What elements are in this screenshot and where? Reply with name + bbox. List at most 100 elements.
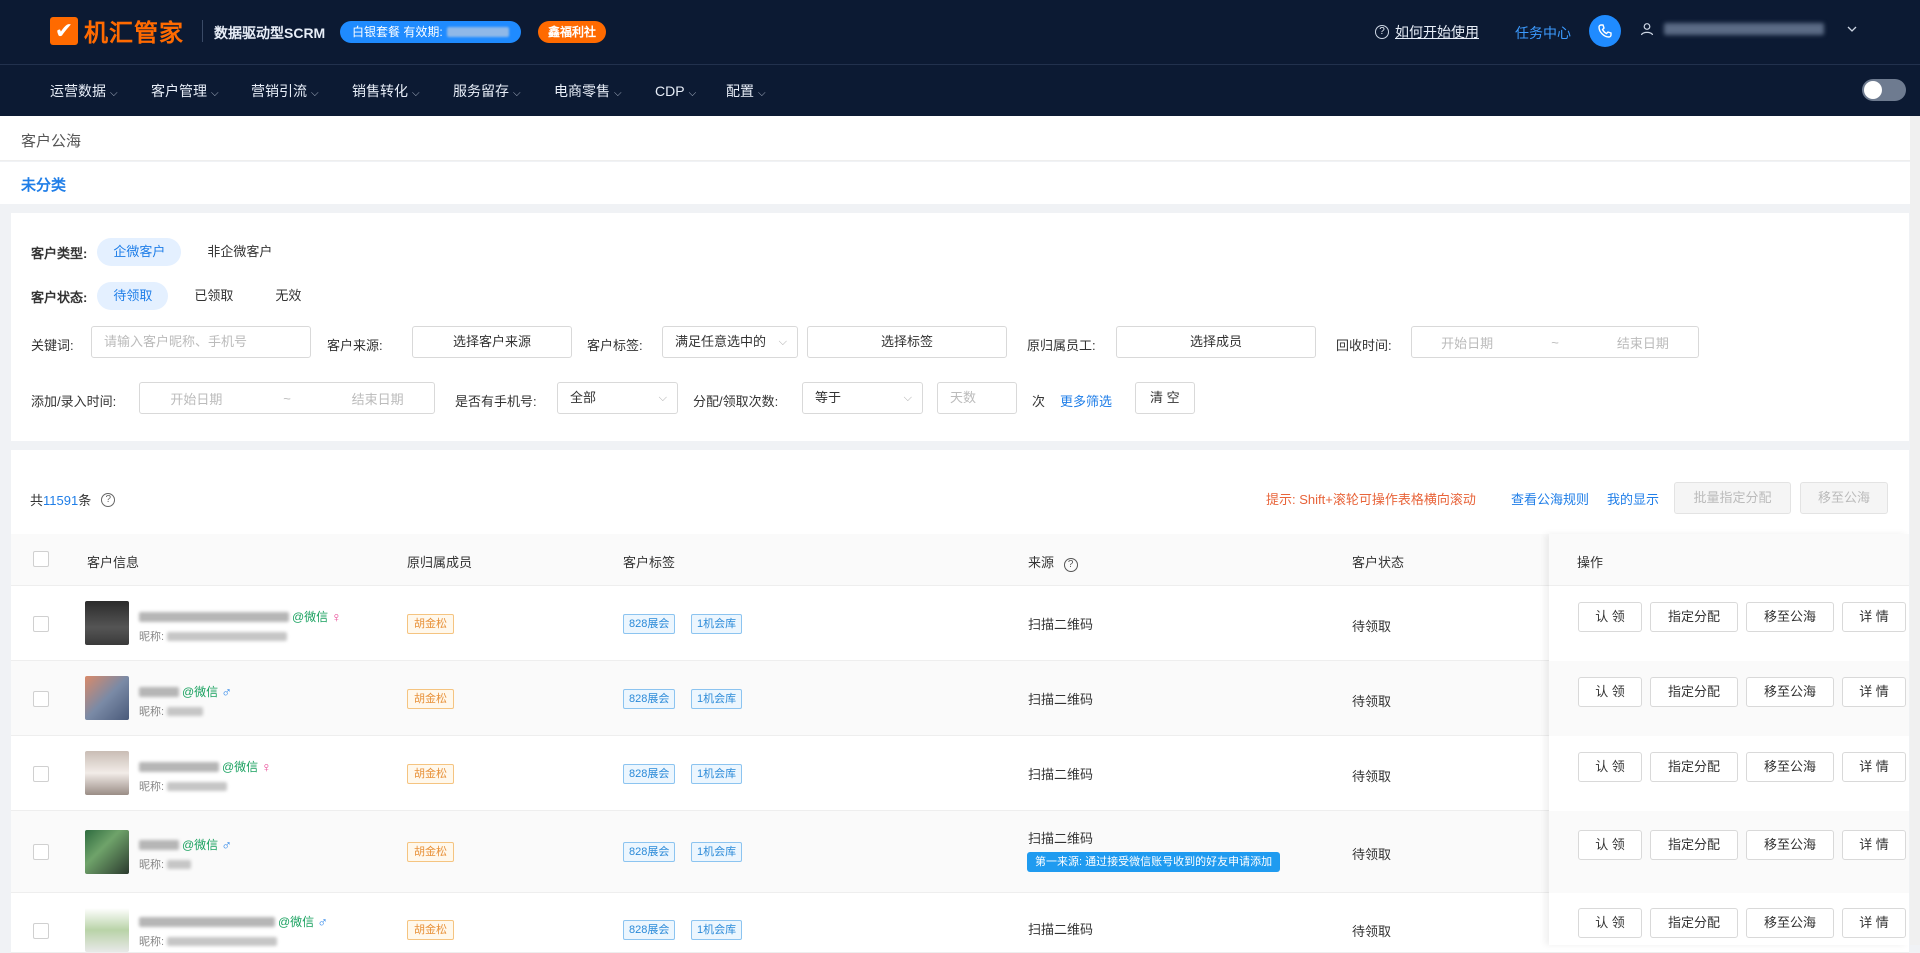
tag-mode-select[interactable]: 满足任意选中的 ⌵: [662, 326, 798, 358]
chevron-down-icon: ⌵: [412, 88, 420, 99]
package-badge[interactable]: 白银套餐 有效期:: [340, 21, 521, 43]
assign-button[interactable]: 指定分配: [1650, 830, 1738, 860]
logo[interactable]: ✔ 机汇管家: [50, 13, 184, 48]
view-rules-link[interactable]: 查看公海规则: [1511, 489, 1589, 508]
recycle-date-range[interactable]: 开始日期 ~ 结束日期: [1411, 326, 1699, 358]
claim-button[interactable]: 认 领: [1578, 908, 1642, 938]
my-display-link[interactable]: 我的显示: [1607, 489, 1659, 508]
select-all-checkbox[interactable]: [33, 551, 49, 567]
details-button[interactable]: 详 情: [1842, 677, 1906, 707]
clear-button[interactable]: 清 空: [1135, 382, 1195, 414]
nav-item-sales[interactable]: 销售转化 ⌵: [352, 65, 420, 117]
assign-button[interactable]: 指定分配: [1650, 677, 1738, 707]
phone-button[interactable]: [1589, 15, 1621, 47]
nav-item-marketing[interactable]: 营销引流 ⌵: [251, 65, 319, 117]
details-button[interactable]: 详 情: [1842, 908, 1906, 938]
details-button[interactable]: 详 情: [1842, 752, 1906, 782]
male-icon: ♂: [221, 836, 232, 853]
category-label[interactable]: 未分类: [21, 174, 66, 195]
nav-item-ops-data[interactable]: 运营数据 ⌵: [50, 65, 118, 117]
phone-select[interactable]: 全部 ⌵: [557, 382, 678, 414]
customer-name[interactable]: @微信 ♀: [139, 758, 272, 775]
customer-name[interactable]: @微信 ♀: [139, 608, 342, 625]
move-to-pool-row-button[interactable]: 移至公海: [1746, 908, 1834, 938]
task-center-link[interactable]: 任务中心: [1515, 23, 1571, 43]
header-owner: 原归属成员: [407, 555, 473, 570]
scroll-hint: 提示: Shift+滚轮可操作表格横向滚动: [1266, 492, 1476, 507]
days-input[interactable]: 天数: [937, 382, 1017, 414]
question-icon[interactable]: ?: [101, 492, 116, 507]
row-checkbox[interactable]: [33, 691, 49, 707]
question-icon[interactable]: ?: [1063, 558, 1078, 572]
customer-name[interactable]: @微信 ♂: [139, 683, 232, 700]
customer-tag: 1机会库: [691, 842, 743, 862]
chip-status-invalid[interactable]: 无效: [259, 282, 317, 310]
chip-status-claimed[interactable]: 已领取: [178, 282, 249, 310]
move-to-pool-row-button[interactable]: 移至公海: [1746, 752, 1834, 782]
move-to-pool-row-button[interactable]: 移至公海: [1746, 830, 1834, 860]
chip-status-pending[interactable]: 待领取: [97, 282, 169, 310]
move-to-pool-row-button[interactable]: 移至公海: [1746, 602, 1834, 632]
avatar: [85, 908, 129, 952]
chevron-down-icon: ⌵: [778, 336, 787, 348]
question-icon: ?: [1375, 25, 1389, 39]
row-checkbox[interactable]: [33, 923, 49, 939]
row-checkbox[interactable]: [33, 766, 49, 782]
claim-button[interactable]: 认 领: [1578, 677, 1642, 707]
claim-button[interactable]: 认 领: [1578, 752, 1642, 782]
row-checkbox[interactable]: [33, 844, 49, 860]
details-button[interactable]: 详 情: [1842, 830, 1906, 860]
user-icon: [1640, 23, 1654, 36]
nav-item-customer-mgmt[interactable]: 客户管理 ⌵: [151, 65, 219, 117]
avatar: [85, 676, 129, 720]
end-date-placeholder: 结束日期: [1616, 335, 1669, 351]
nick-blurred: [167, 936, 278, 946]
chip-non-wecom-customer[interactable]: 非企微客户: [191, 238, 288, 266]
claim-button[interactable]: 认 领: [1578, 602, 1642, 632]
details-button[interactable]: 详 情: [1842, 602, 1906, 632]
user-menu[interactable]: [1640, 22, 1858, 36]
header-source-label: 来源: [1028, 555, 1055, 570]
add-date-range[interactable]: 开始日期 ~ 结束日期: [139, 382, 435, 414]
assign-button[interactable]: 指定分配: [1650, 908, 1738, 938]
female-icon: ♀: [331, 608, 342, 625]
first-source-tag: 第一来源: 通过接受微信账号收到的好友申请添加: [1027, 852, 1281, 872]
male-icon: ♂: [317, 913, 328, 930]
assign-button[interactable]: 指定分配: [1650, 602, 1738, 632]
date-separator: ~: [283, 390, 291, 406]
customer-type-row: 客户类型: 企微客户 非企微客户: [31, 238, 288, 266]
help-label: 如何开始使用: [1395, 24, 1479, 40]
claim-button[interactable]: 认 领: [1578, 830, 1642, 860]
move-to-pool-row-button[interactable]: 移至公海: [1746, 677, 1834, 707]
name-blurred: [139, 839, 179, 850]
welfare-badge[interactable]: 鑫福利社: [538, 21, 607, 43]
help-link[interactable]: ? 如何开始使用: [1375, 22, 1479, 42]
nick-label: 昵称:: [139, 859, 165, 871]
more-filter-link[interactable]: 更多筛选: [1060, 391, 1112, 410]
assign-op-select[interactable]: 等于 ⌵: [802, 382, 923, 414]
nav-item-service[interactable]: 服务留存 ⌵: [453, 65, 521, 117]
tag-select-button[interactable]: 选择标签: [807, 326, 1007, 358]
owner-select-button[interactable]: 选择成员: [1116, 326, 1316, 358]
batch-assign-button[interactable]: 批量指定分配: [1674, 482, 1791, 514]
nav-item-config[interactable]: 配置 ⌵: [726, 65, 766, 117]
customer-name[interactable]: @微信 ♂: [139, 836, 232, 853]
chip-wecom-customer[interactable]: 企微客户: [97, 238, 182, 266]
nav-item-cdp[interactable]: CDP ⌵: [655, 65, 696, 117]
nick-blurred: [167, 706, 204, 716]
male-icon: ♂: [221, 683, 232, 700]
assign-button[interactable]: 指定分配: [1650, 752, 1738, 782]
customer-name[interactable]: @微信 ♂: [139, 913, 328, 930]
theme-toggle[interactable]: [1862, 79, 1906, 101]
customer-tag: 828展会: [623, 920, 676, 940]
source-select-button[interactable]: 选择客户来源: [412, 326, 572, 358]
chevron-down-icon: ⌵: [614, 88, 622, 99]
name-blurred: [139, 761, 219, 772]
keyword-input[interactable]: 请输入客户昵称、手机号: [91, 326, 311, 358]
move-to-pool-button[interactable]: 移至公海: [1800, 482, 1888, 514]
phone-label: 是否有手机号:: [455, 394, 537, 409]
row-checkbox[interactable]: [33, 616, 49, 632]
page-scrollbar[interactable]: [1910, 116, 1920, 945]
nav-item-ecommerce[interactable]: 电商零售 ⌵: [554, 65, 622, 117]
assign-op-value: 等于: [815, 390, 842, 405]
